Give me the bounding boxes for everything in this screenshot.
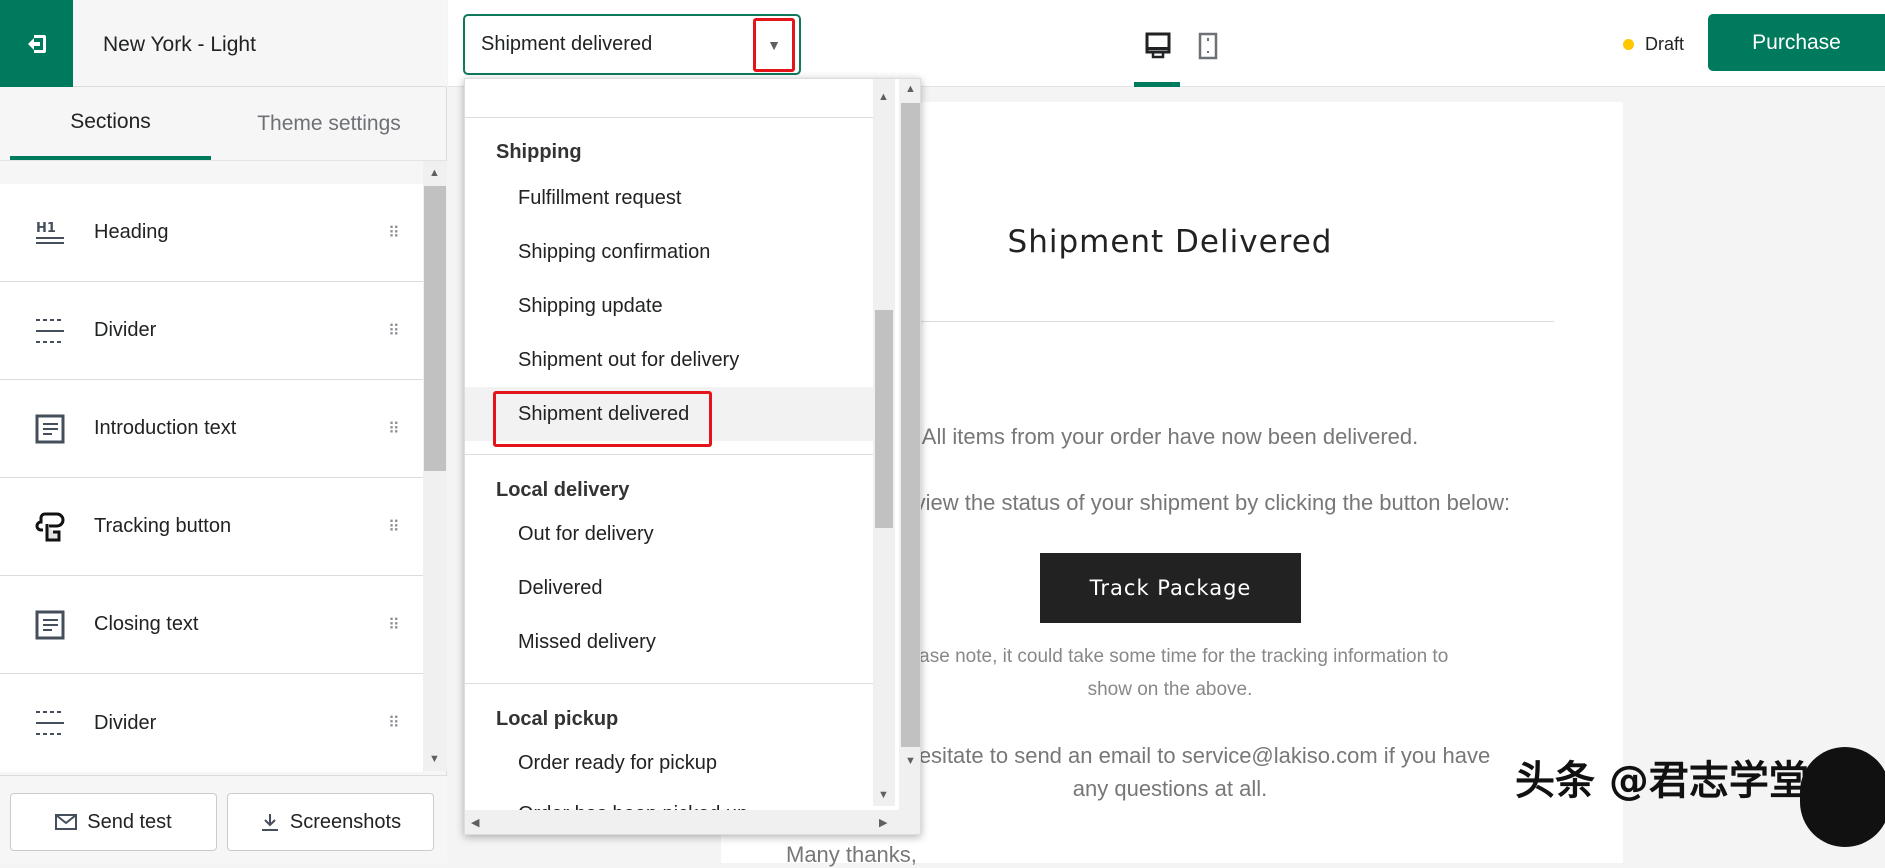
button-icon <box>34 511 66 543</box>
watermark: 头条 @君志学堂 <box>1515 758 1809 804</box>
exit-icon <box>27 34 46 53</box>
drag-handle-icon[interactable]: ⠿ <box>388 517 400 537</box>
desktop-icon <box>1145 32 1171 59</box>
download-icon <box>261 814 278 831</box>
status-dot <box>1623 39 1634 50</box>
option-shipment-out-for-delivery[interactable]: Shipment out for delivery <box>518 349 739 372</box>
divider <box>465 117 873 118</box>
list-scroll-thumb[interactable] <box>875 310 893 528</box>
send-test-button[interactable]: Send test <box>10 793 217 851</box>
purchase-button[interactable]: Purchase <box>1708 14 1885 71</box>
outer-scroll-thumb[interactable] <box>901 103 920 747</box>
group-header-local-pickup: Local pickup <box>496 708 619 730</box>
divider <box>465 683 873 684</box>
sections-list: H1 Heading ⠿ Divider ⠿ Introduction text… <box>0 184 423 772</box>
option-out-for-delivery[interactable]: Out for delivery <box>518 523 654 546</box>
text-icon <box>34 413 66 445</box>
chevron-down-icon[interactable]: ▼ <box>753 18 795 72</box>
option-delivered[interactable]: Delivered <box>518 577 602 600</box>
option-fulfillment-request[interactable]: Fulfillment request <box>518 187 681 210</box>
section-item-introduction-text[interactable]: Introduction text ⠿ <box>0 380 423 478</box>
tab-sections[interactable]: Sections <box>10 87 211 160</box>
scroll-up-icon[interactable]: ▲ <box>905 83 916 95</box>
track-package-button[interactable]: Track Package <box>1040 553 1301 623</box>
group-header-local-delivery: Local delivery <box>496 479 630 501</box>
watermark-logo <box>1800 747 1885 847</box>
text-icon <box>34 609 66 641</box>
scroll-right-icon[interactable]: ▶ <box>879 816 887 829</box>
tab-theme-settings[interactable]: Theme settings <box>211 87 447 160</box>
section-item-heading[interactable]: H1 Heading ⠿ <box>0 184 423 282</box>
template-dropdown-list: Shipping Fulfillment request Shipping co… <box>464 78 921 835</box>
section-item-tracking-button[interactable]: Tracking button ⠿ <box>0 478 423 576</box>
annotation-highlight-box <box>493 391 712 447</box>
horizontal-scrollbar[interactable]: ◀ ▶ <box>465 810 899 834</box>
scroll-up-icon[interactable]: ▲ <box>429 167 440 179</box>
active-device-indicator <box>1134 82 1180 87</box>
exit-button[interactable] <box>0 0 73 87</box>
svg-text:H1: H1 <box>36 221 56 236</box>
section-label: Closing text <box>94 613 199 635</box>
mail-icon <box>55 814 78 830</box>
section-item-divider[interactable]: Divider ⠿ <box>0 674 423 772</box>
section-label: Heading <box>94 221 169 243</box>
divider <box>465 454 873 455</box>
section-item-divider[interactable]: Divider ⠿ <box>0 282 423 380</box>
mobile-icon <box>1198 32 1218 60</box>
drag-handle-icon[interactable]: ⠿ <box>388 321 400 341</box>
drag-handle-icon[interactable]: ⠿ <box>388 223 400 243</box>
sidebar-scroll-thumb[interactable] <box>424 186 446 471</box>
option-order-ready-for-pickup[interactable]: Order ready for pickup <box>518 752 717 775</box>
template-select[interactable]: Shipment delivered ▼ <box>463 14 801 75</box>
section-item-closing-text[interactable]: Closing text ⠿ <box>0 576 423 674</box>
heading-icon: H1 <box>34 217 66 249</box>
option-missed-delivery[interactable]: Missed delivery <box>518 631 656 654</box>
scroll-up-icon[interactable]: ▲ <box>878 91 889 103</box>
drag-handle-icon[interactable]: ⠿ <box>388 419 400 439</box>
send-test-label: Send test <box>87 810 172 833</box>
scroll-down-icon[interactable]: ▼ <box>429 753 440 765</box>
section-label: Introduction text <box>94 417 237 439</box>
option-shipping-confirmation[interactable]: Shipping confirmation <box>518 241 710 264</box>
email-signoff: Many thanks, <box>786 842 917 867</box>
divider-icon <box>34 707 66 739</box>
screenshots-button[interactable]: Screenshots <box>227 793 434 851</box>
scroll-down-icon[interactable]: ▼ <box>878 789 889 801</box>
status-badge: Draft <box>1645 34 1685 54</box>
mobile-view-button[interactable] <box>1198 32 1218 65</box>
drag-handle-icon[interactable]: ⠿ <box>388 713 400 733</box>
divider <box>0 160 447 161</box>
divider-icon <box>34 315 66 347</box>
desktop-view-button[interactable] <box>1145 32 1171 65</box>
drag-handle-icon[interactable]: ⠿ <box>388 615 400 635</box>
section-label: Tracking button <box>94 515 232 537</box>
option-shipping-update[interactable]: Shipping update <box>518 295 663 318</box>
group-header-shipping: Shipping <box>496 141 582 163</box>
template-select-value: Shipment delivered <box>481 33 653 55</box>
theme-name: New York - Light <box>103 33 256 56</box>
section-label: Divider <box>94 711 157 734</box>
scroll-down-icon[interactable]: ▼ <box>905 755 916 767</box>
scroll-left-icon[interactable]: ◀ <box>471 816 479 829</box>
section-label: Divider <box>94 319 157 341</box>
screenshots-label: Screenshots <box>289 810 402 833</box>
